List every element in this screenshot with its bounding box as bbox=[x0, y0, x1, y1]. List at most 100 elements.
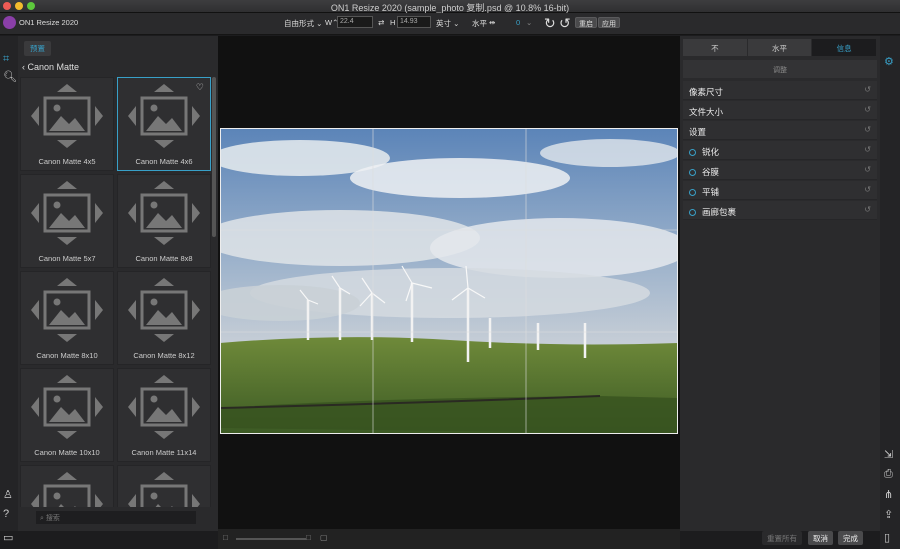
reset-section-icon[interactable]: ↺ bbox=[864, 85, 871, 94]
section-label: 锐化 bbox=[702, 147, 720, 157]
preset-label: Canon Matte 4x5 bbox=[38, 157, 96, 166]
favorite-heart-icon[interactable]: ♡ bbox=[196, 82, 204, 93]
image-canvas[interactable] bbox=[218, 36, 680, 529]
help-icon[interactable]: ? bbox=[3, 508, 9, 520]
reset-section-icon[interactable]: ↺ bbox=[864, 185, 871, 194]
zoom-slider[interactable] bbox=[236, 538, 306, 540]
section-label: 文件大小 bbox=[689, 107, 724, 117]
height-label: H bbox=[390, 18, 396, 27]
preset-tile[interactable]: Canon Matte 8x8 bbox=[117, 174, 211, 268]
preset-thumbnail-icon bbox=[128, 278, 200, 342]
export-icon[interactable]: ⇲ bbox=[884, 448, 893, 461]
preset-label: Canon Matte 8x10 bbox=[36, 351, 98, 360]
unit-label: 英寸 bbox=[436, 19, 451, 28]
chevron-down-icon: ⌄ bbox=[316, 19, 323, 28]
resize-settings-icon[interactable]: ⚙ bbox=[884, 55, 894, 68]
preset-label: Canon Matte 11x14 bbox=[131, 448, 197, 457]
search-input[interactable]: ⌕ 搜索 bbox=[36, 511, 196, 524]
height-input[interactable]: 14.93 bbox=[397, 16, 431, 28]
presets-panel: 预置 ‹ Canon Matte Canon Matte 4x5 Canon Ma… bbox=[18, 36, 218, 531]
reset-button[interactable]: 重启 bbox=[575, 17, 597, 28]
preset-tile[interactable]: Canon Matte 8x10 bbox=[20, 271, 114, 365]
width-input[interactable]: 22.4 bbox=[337, 16, 373, 28]
apply-button[interactable]: 应用 bbox=[598, 17, 620, 28]
crop-mode-label: 自由形式 bbox=[284, 19, 314, 28]
preset-label: Canon Matte 8x8 bbox=[135, 254, 193, 263]
settings-section[interactable]: 画廊包裹 ↺ bbox=[683, 201, 877, 220]
done-button[interactable]: 完成 bbox=[838, 531, 863, 545]
horizontal-label: 水平 bbox=[472, 19, 487, 28]
preset-thumbnail-icon bbox=[31, 84, 103, 148]
preset-tile[interactable] bbox=[20, 465, 114, 507]
toggle-circle-icon[interactable] bbox=[689, 209, 696, 216]
app-name: ON1 Resize 2020 bbox=[19, 18, 79, 27]
tab-none[interactable]: 不 bbox=[683, 39, 748, 56]
zoom-out-icon[interactable]: □ bbox=[223, 533, 228, 542]
preset-label: Canon Matte 8x12 bbox=[133, 351, 195, 360]
back-breadcrumb[interactable]: ‹ Canon Matte bbox=[22, 62, 79, 72]
preview-toggle-icon[interactable]: ▢ bbox=[320, 533, 328, 542]
settings-section[interactable]: 锐化 ↺ bbox=[683, 141, 877, 160]
level-icon[interactable]: ⇹ bbox=[489, 18, 495, 27]
reset-section-icon[interactable]: ↺ bbox=[864, 105, 871, 114]
panel-toggle-icon[interactable]: ▭ bbox=[3, 531, 13, 544]
preset-thumbnail-icon bbox=[31, 472, 103, 507]
settings-panel: 不 水平 信息 调整 像素尺寸 ↺ 文件大小 ↺ 设置 ↺ 锐化 ↺ 谷膜 ↺ 平铺 ↺ 画廊包裹 ↺ bbox=[680, 36, 880, 531]
preset-tile[interactable]: Canon Matte 5x7 bbox=[20, 174, 114, 268]
angle-value[interactable]: 0 bbox=[516, 18, 520, 27]
settings-section[interactable]: 文件大小 ↺ bbox=[683, 101, 877, 120]
zoom-in-icon[interactable]: □ bbox=[306, 533, 311, 542]
print-icon[interactable]: ⎙ bbox=[884, 468, 893, 481]
section-label: 谷膜 bbox=[702, 167, 720, 177]
preset-thumbnail-icon bbox=[128, 472, 200, 507]
search-placeholder: 搜索 bbox=[45, 515, 60, 522]
settings-section[interactable]: 像素尺寸 ↺ bbox=[683, 81, 877, 100]
settings-section[interactable]: 谷膜 ↺ bbox=[683, 161, 877, 180]
toggle-circle-icon[interactable] bbox=[689, 149, 696, 156]
preset-tile[interactable] bbox=[117, 465, 211, 507]
tab-horizontal[interactable]: 水平 bbox=[748, 39, 813, 56]
reset-all-button[interactable]: 重置所有 bbox=[762, 531, 802, 545]
section-label: 像素尺寸 bbox=[689, 87, 724, 97]
tab-presets[interactable]: 预置 bbox=[24, 41, 51, 56]
share-icon[interactable]: ⋔ bbox=[884, 488, 893, 501]
landscape-photo bbox=[220, 128, 678, 434]
tab-bar: 不 水平 信息 bbox=[683, 39, 878, 56]
adjust-button[interactable]: 调整 bbox=[683, 60, 877, 78]
preset-thumbnail-icon bbox=[128, 375, 200, 439]
crop-tool-icon[interactable]: ⌗ bbox=[3, 53, 9, 66]
preset-grid: Canon Matte 4x5 Canon Matte 4x6 ♡ Canon Mat… bbox=[20, 77, 214, 507]
preset-tile[interactable]: Canon Matte 10x10 bbox=[20, 368, 114, 462]
preset-thumbnail-icon bbox=[31, 278, 103, 342]
angle-chevron-icon[interactable]: ⌄ bbox=[526, 18, 532, 27]
toggle-circle-icon[interactable] bbox=[689, 189, 696, 196]
user-icon[interactable]: ♙ bbox=[3, 488, 13, 501]
cancel-button[interactable]: 取消 bbox=[808, 531, 833, 545]
settings-section[interactable]: 平铺 ↺ bbox=[683, 181, 877, 200]
rotate-left-icon[interactable]: ↺ bbox=[559, 15, 571, 32]
photo-preview[interactable] bbox=[220, 128, 678, 434]
reset-section-icon[interactable]: ↺ bbox=[864, 205, 871, 214]
preset-tile[interactable]: Canon Matte 4x6 ♡ bbox=[117, 77, 211, 171]
upload-icon[interactable]: ⇪ bbox=[884, 508, 893, 521]
title-bar: ON1 Resize 2020 (sample_photo 复制.psd @ 1… bbox=[0, 0, 900, 13]
reset-section-icon[interactable]: ↺ bbox=[864, 165, 871, 174]
reset-section-icon[interactable]: ↺ bbox=[864, 125, 871, 134]
preset-label: Canon Matte 4x6 bbox=[135, 157, 193, 166]
preset-tile[interactable]: Canon Matte 4x5 bbox=[20, 77, 114, 171]
zoom-tool-icon[interactable]: 🔍︎ bbox=[3, 70, 17, 83]
panel-toggle-right-icon[interactable]: ▯ bbox=[884, 531, 890, 544]
preset-tile[interactable]: Canon Matte 11x14 bbox=[117, 368, 211, 462]
section-label: 设置 bbox=[689, 127, 707, 137]
settings-section[interactable]: 设置 ↺ bbox=[683, 121, 877, 140]
unit-dropdown[interactable]: 英寸 ⌄ bbox=[436, 18, 459, 29]
top-toolbar: ON1 Resize 2020 自由形式 ⌄ W⌃ 22.4 ⇄ H 14.93… bbox=[0, 13, 900, 35]
preset-tile[interactable]: Canon Matte 8x12 bbox=[117, 271, 211, 365]
reset-section-icon[interactable]: ↺ bbox=[864, 145, 871, 154]
swap-dimensions-icon[interactable]: ⇄ bbox=[378, 18, 384, 27]
preset-scrollbar[interactable] bbox=[212, 77, 216, 237]
tab-info[interactable]: 信息 bbox=[812, 39, 878, 56]
toggle-circle-icon[interactable] bbox=[689, 169, 696, 176]
crop-mode-dropdown[interactable]: 自由形式 ⌄ bbox=[284, 18, 322, 29]
rotate-right-icon[interactable]: ↻ bbox=[544, 15, 556, 32]
